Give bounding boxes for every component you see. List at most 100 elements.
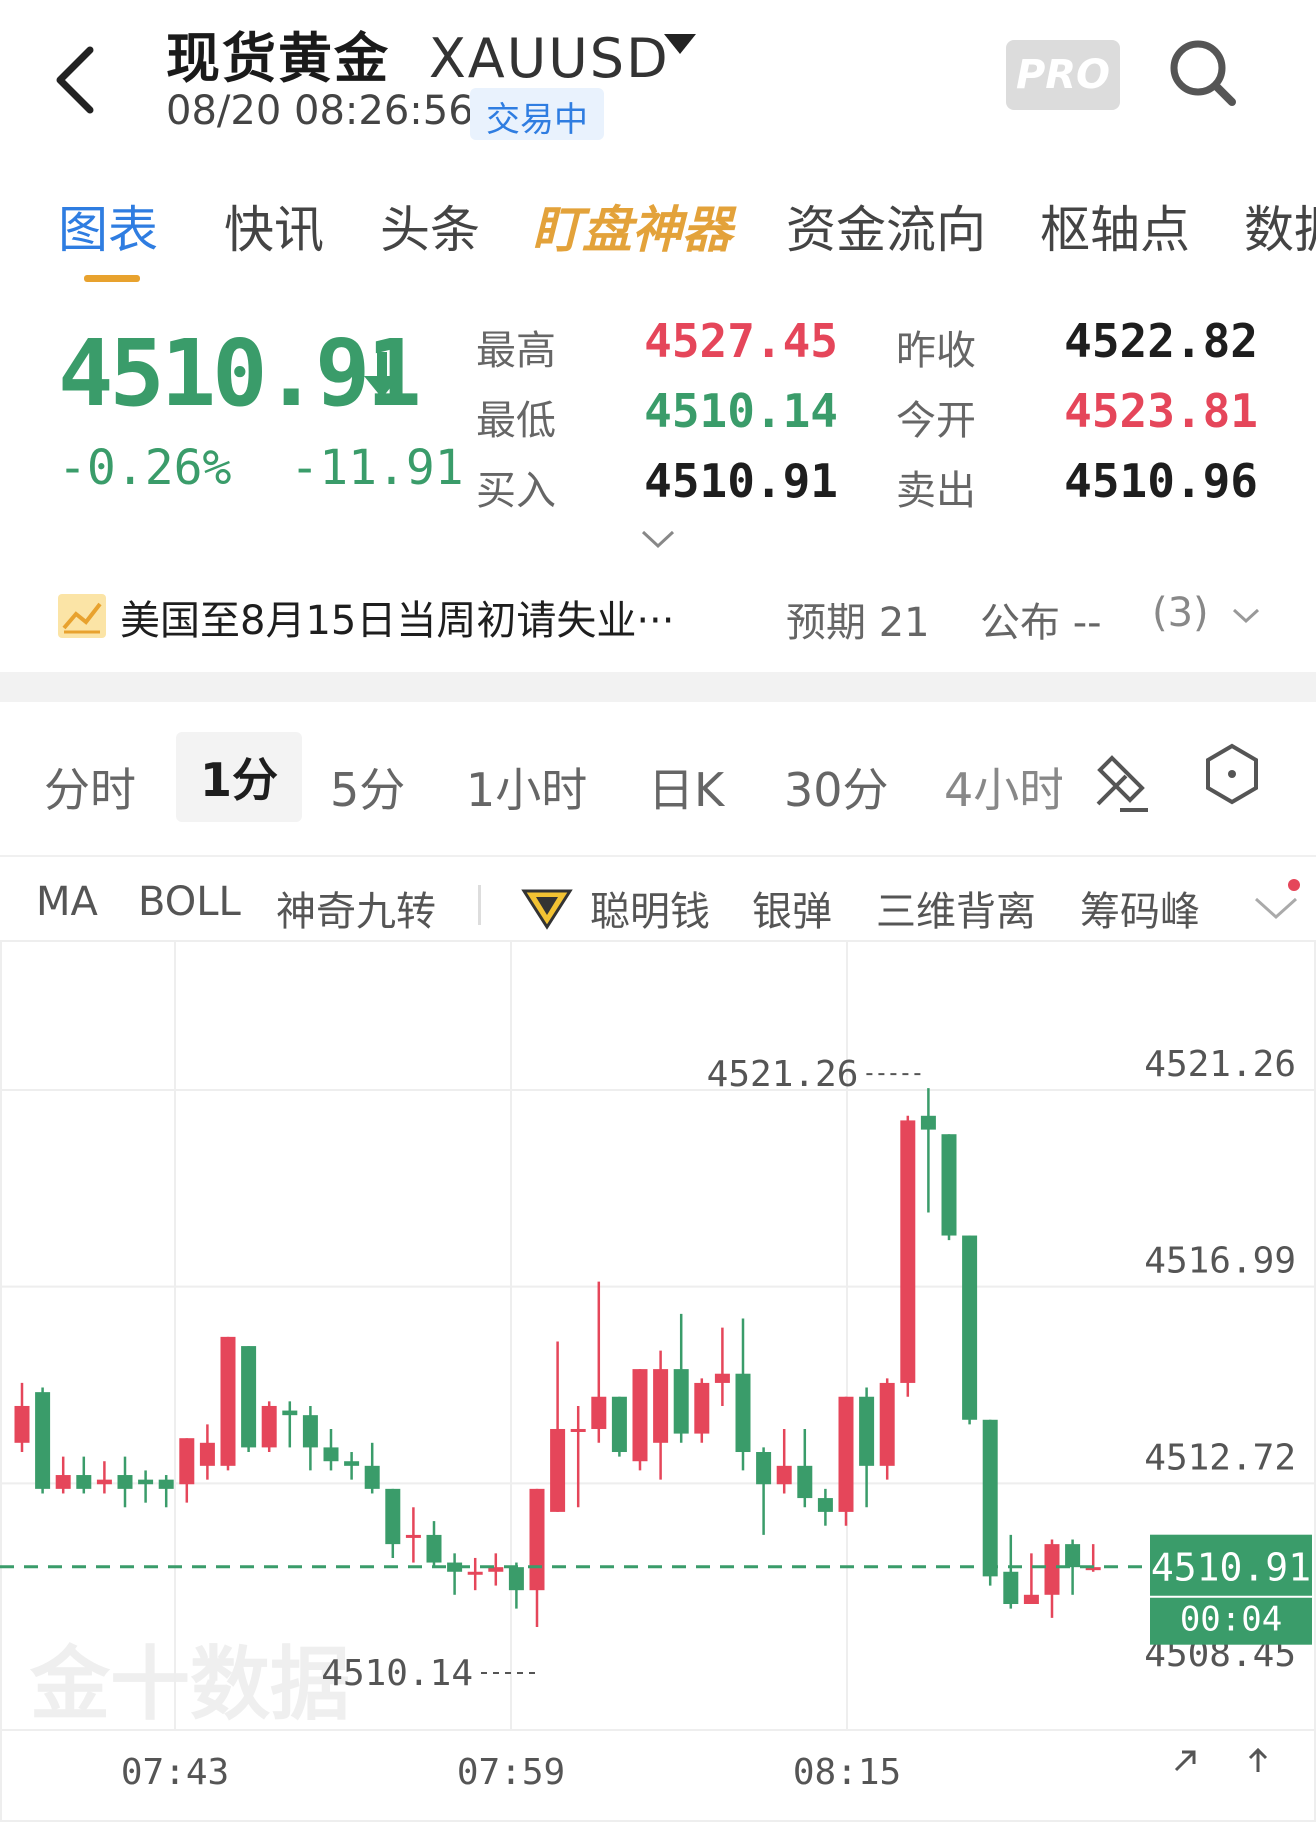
chevron-down-icon[interactable] bbox=[640, 528, 676, 550]
chevron-down-icon bbox=[1233, 608, 1260, 624]
indicator-chip-peak[interactable]: 筹码峰 bbox=[1080, 879, 1200, 937]
candle-body bbox=[467, 1571, 483, 1575]
indicator-ma[interactable]: MA bbox=[36, 879, 98, 925]
trading-status-badge: 交易中 bbox=[470, 88, 604, 140]
new-dot-badge bbox=[1288, 879, 1300, 891]
candle-body bbox=[385, 1488, 401, 1545]
candle-body bbox=[261, 1405, 277, 1448]
event-count[interactable]: (3) bbox=[1152, 590, 1261, 636]
active-tab-indicator bbox=[84, 275, 140, 282]
period-daily[interactable]: 日K bbox=[648, 754, 724, 820]
chevron-down-icon[interactable] bbox=[1252, 891, 1302, 925]
bid-label: 买入 bbox=[476, 468, 556, 514]
period-tick[interactable]: 分时 bbox=[44, 754, 136, 820]
candle-body bbox=[859, 1396, 875, 1466]
settings-hexagon-icon[interactable] bbox=[1204, 742, 1260, 806]
change-percent: -0.26% bbox=[58, 440, 232, 496]
expand-arrow-icon[interactable] bbox=[1174, 1750, 1196, 1772]
candle-body bbox=[611, 1396, 627, 1453]
candle-body bbox=[220, 1336, 236, 1466]
candle-body bbox=[920, 1115, 936, 1130]
candle-body bbox=[179, 1438, 195, 1485]
candle-body bbox=[673, 1369, 689, 1434]
indicator-3d-divergence[interactable]: 三维背离 bbox=[876, 879, 1036, 937]
instrument-symbol: XAUUSD bbox=[428, 27, 670, 90]
low-label: 最低 bbox=[476, 398, 556, 444]
candle-body bbox=[364, 1465, 380, 1489]
pro-button[interactable]: PRO bbox=[1006, 40, 1120, 110]
period-1hour[interactable]: 1小时 bbox=[466, 754, 587, 820]
tab-pivot-points[interactable]: 枢轴点 bbox=[1040, 190, 1190, 262]
candle-body bbox=[14, 1405, 30, 1443]
event-count-text: (3) bbox=[1152, 590, 1209, 636]
tab-chart[interactable]: 图表 bbox=[58, 190, 158, 262]
tab-flash-news[interactable]: 快讯 bbox=[224, 190, 324, 262]
period-4hour[interactable]: 4小时 bbox=[944, 754, 1062, 820]
x-tick-label: 08:15 bbox=[793, 1752, 901, 1793]
candle-body bbox=[776, 1465, 792, 1485]
candle-body bbox=[570, 1428, 586, 1432]
last-price-tag-value: 4510.91 bbox=[1151, 1546, 1311, 1590]
candle-body bbox=[158, 1479, 174, 1489]
tab-watch-tool[interactable]: 盯盘神器 bbox=[532, 190, 732, 262]
candle-body bbox=[138, 1479, 154, 1485]
price-change: -0.26% -11.91 bbox=[58, 440, 464, 496]
candle-body bbox=[1044, 1544, 1060, 1595]
candle-body bbox=[117, 1475, 133, 1489]
scroll-up-arrow-icon[interactable] bbox=[1248, 1747, 1268, 1772]
candle-body bbox=[302, 1415, 318, 1448]
candle-body bbox=[344, 1461, 360, 1466]
period-5min[interactable]: 5分 bbox=[330, 754, 405, 820]
candle-body bbox=[241, 1346, 257, 1448]
period-30min[interactable]: 30分 bbox=[784, 754, 889, 820]
economic-event-title[interactable]: 美国至8月15日当周初请失业··· bbox=[120, 588, 675, 646]
bid-value: 4510.91 bbox=[644, 454, 838, 508]
candle-body bbox=[199, 1442, 215, 1466]
candle-body bbox=[591, 1396, 607, 1429]
candle-body bbox=[714, 1373, 730, 1383]
candle-body bbox=[529, 1488, 545, 1591]
quote-datetime: 08/20 08:26:56 bbox=[166, 88, 474, 134]
period-1min[interactable]: 1分 bbox=[176, 732, 303, 822]
indicator-boll[interactable]: BOLL bbox=[138, 879, 241, 925]
x-tick-label: 07:59 bbox=[457, 1752, 565, 1793]
event-expected: 预期 21 bbox=[786, 600, 930, 646]
candle-countdown: 00:04 bbox=[1180, 1600, 1282, 1640]
event-published: 公布 -- bbox=[980, 600, 1102, 646]
diamond-icon bbox=[521, 889, 573, 930]
low-value: 4510.14 bbox=[644, 384, 838, 438]
candle-body bbox=[735, 1373, 751, 1453]
prev-close-label: 昨收 bbox=[896, 328, 976, 374]
candle-body bbox=[900, 1120, 916, 1383]
prev-close-value: 4522.82 bbox=[1064, 314, 1258, 368]
candle-body bbox=[1023, 1594, 1039, 1605]
indicator-smart-money[interactable]: 聪明钱 bbox=[590, 879, 710, 937]
tab-fund-flow[interactable]: 资金流向 bbox=[786, 190, 986, 262]
candle-body bbox=[55, 1475, 71, 1489]
candle-body bbox=[879, 1382, 895, 1466]
tab-data[interactable]: 数据 bbox=[1244, 190, 1316, 262]
down-arrow-icon bbox=[364, 352, 400, 398]
ask-label: 卖出 bbox=[896, 468, 976, 514]
indicator-td-sequential[interactable]: 神奇九转 bbox=[276, 879, 436, 937]
candle-body bbox=[508, 1567, 524, 1591]
search-icon[interactable] bbox=[1166, 36, 1238, 108]
open-label: 今开 bbox=[896, 398, 976, 444]
instrument-title[interactable]: 现货黄金 XAUUSD bbox=[166, 14, 670, 93]
candle-body bbox=[35, 1392, 51, 1489]
candle-body bbox=[282, 1410, 298, 1416]
chart-trend-icon bbox=[58, 594, 106, 638]
open-value: 4523.81 bbox=[1064, 384, 1258, 438]
candle-body bbox=[982, 1419, 998, 1577]
back-arrow-icon[interactable] bbox=[48, 40, 108, 120]
indicator-silver-bullet[interactable]: 银弹 bbox=[752, 879, 832, 937]
candle-body bbox=[817, 1498, 833, 1512]
candle-body bbox=[694, 1382, 710, 1434]
high-value: 4527.45 bbox=[644, 314, 838, 368]
tab-headlines[interactable]: 头条 bbox=[380, 190, 480, 262]
candlestick-chart[interactable]: 4521.264516.994512.724508.4507:43 07:59 08… bbox=[0, 940, 1316, 1835]
drawing-tool-icon[interactable] bbox=[1090, 748, 1152, 814]
indicator-bar: MA BOLL 神奇九转 聪明钱 银弹 三维背离 筹码峰 bbox=[0, 855, 1316, 945]
min-price-label: 4510.14 bbox=[321, 1653, 473, 1694]
caret-down-icon[interactable] bbox=[664, 34, 696, 56]
